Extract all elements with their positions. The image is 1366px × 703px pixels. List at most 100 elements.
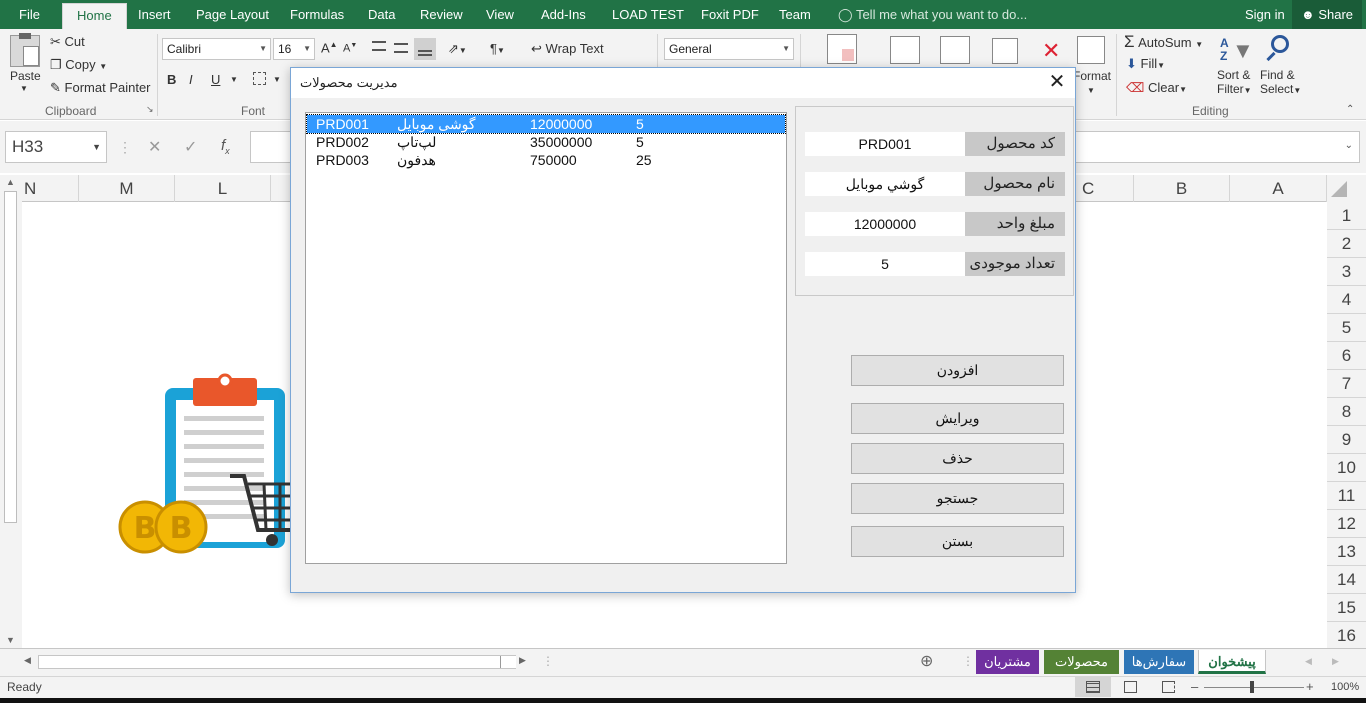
sheet-tab-products[interactable]: محصولات bbox=[1044, 650, 1119, 674]
column-header[interactable]: A bbox=[1230, 175, 1327, 202]
underline-button[interactable]: U bbox=[211, 72, 220, 87]
delete-cells-icon[interactable]: ✕ bbox=[1036, 36, 1064, 64]
borders-icon[interactable] bbox=[253, 72, 266, 85]
borders-dropdown-icon[interactable]: ▼ bbox=[273, 75, 281, 84]
cancel-formula-icon[interactable]: ✕ bbox=[148, 137, 161, 157]
tab-page-layout[interactable]: Page Layout bbox=[196, 0, 269, 29]
format-dropdown-icon[interactable]: ▼ bbox=[1087, 86, 1095, 95]
top-align-icon[interactable] bbox=[372, 41, 386, 51]
new-sheet-icon[interactable]: ⊕ bbox=[920, 651, 933, 671]
format-painter-button[interactable]: ✎ Format Painter bbox=[50, 80, 151, 96]
collapse-ribbon-icon[interactable]: ⌃ bbox=[1346, 104, 1354, 115]
row-header[interactable]: 9 bbox=[1327, 426, 1366, 454]
sort-filter-icon[interactable]: A Z ▼ bbox=[1220, 36, 1254, 66]
tab-add-ins[interactable]: Add-Ins bbox=[541, 0, 586, 29]
product-code-field[interactable]: PRD001 bbox=[805, 132, 965, 156]
row-header[interactable]: 11 bbox=[1327, 482, 1366, 510]
vertical-scrollbar[interactable]: ▲ ▼ bbox=[0, 175, 22, 648]
paste-dropdown-icon[interactable]: ▼ bbox=[20, 84, 28, 93]
add-button[interactable]: افزودن bbox=[851, 355, 1064, 386]
row-header[interactable]: 1 bbox=[1327, 202, 1366, 230]
tab-insert[interactable]: Insert bbox=[138, 0, 171, 29]
row-header[interactable]: 2 bbox=[1327, 230, 1366, 258]
scroll-right-icon[interactable]: ▶ bbox=[519, 655, 526, 666]
row-header[interactable]: 3 bbox=[1327, 258, 1366, 286]
paste-button[interactable]: Paste bbox=[10, 69, 41, 83]
tab-file[interactable]: File bbox=[19, 0, 40, 29]
tab-foxit-pdf[interactable]: Foxit PDF bbox=[701, 0, 759, 29]
tell-me-box[interactable]: ◯ Tell me what you want to do... bbox=[838, 0, 1027, 29]
conditional-formatting-icon[interactable] bbox=[827, 34, 857, 64]
sheet-tab-dashboard[interactable]: پیشخوان bbox=[1198, 650, 1266, 674]
page-break-view-icon[interactable] bbox=[1162, 681, 1175, 693]
horizontal-scrollbar[interactable] bbox=[38, 655, 516, 669]
normal-view-button[interactable] bbox=[1075, 677, 1111, 697]
column-header[interactable]: B bbox=[1134, 175, 1230, 202]
column-header[interactable]: N bbox=[22, 175, 79, 202]
sort-filter-button[interactable]: Sort & Filter▼ bbox=[1217, 68, 1252, 96]
list-item[interactable]: PRD001 گوشی موبایل 12000000 5 bbox=[306, 114, 786, 134]
enter-formula-icon[interactable]: ✓ bbox=[184, 137, 197, 157]
font-family-select[interactable]: Calibri ▼ bbox=[162, 38, 271, 60]
cut-button[interactable]: ✂ Cut bbox=[50, 34, 85, 50]
tab-load-test[interactable]: LOAD TEST bbox=[612, 0, 684, 29]
font-size-select[interactable]: 16 ▼ bbox=[273, 38, 315, 60]
column-header[interactable]: M bbox=[79, 175, 175, 202]
product-name-field[interactable]: گوشي موبایل bbox=[805, 172, 965, 196]
number-format-select[interactable]: General ▼ bbox=[664, 38, 794, 60]
increase-font-icon[interactable]: A▲ bbox=[321, 40, 338, 55]
bottom-align-icon[interactable] bbox=[414, 38, 436, 60]
autosum-button[interactable]: Σ AutoSum ▼ bbox=[1124, 32, 1203, 52]
tab-formulas[interactable]: Formulas bbox=[290, 0, 344, 29]
splitter-icon[interactable]: ⋮ bbox=[542, 654, 554, 668]
row-header[interactable]: 13 bbox=[1327, 538, 1366, 566]
sheet-tab-customers[interactable]: مشتریان bbox=[976, 650, 1039, 674]
prev-sheet-icon[interactable]: ◀ bbox=[1305, 656, 1312, 667]
format-button[interactable]: Format bbox=[1073, 69, 1111, 83]
scroll-left-icon[interactable]: ◀ bbox=[24, 655, 31, 666]
orientation-icon[interactable]: ⇗▼ bbox=[448, 41, 467, 57]
bold-button[interactable]: B bbox=[167, 72, 176, 87]
select-all-corner[interactable] bbox=[1327, 175, 1366, 202]
insert-function-icon[interactable]: fx bbox=[221, 137, 230, 156]
decrease-font-icon[interactable]: A▼ bbox=[343, 42, 357, 55]
middle-align-icon[interactable] bbox=[394, 43, 408, 53]
wrap-text-button[interactable]: ↩ Wrap Text bbox=[531, 41, 604, 57]
share-button[interactable]: ☻ Share bbox=[1292, 0, 1363, 29]
edit-button[interactable]: ویرایش bbox=[851, 403, 1064, 434]
row-header[interactable]: 15 bbox=[1327, 594, 1366, 622]
clear-button[interactable]: ⌫ Clear▼ bbox=[1126, 80, 1187, 96]
tab-review[interactable]: Review bbox=[420, 0, 463, 29]
find-select-button[interactable]: Find & Select▼ bbox=[1260, 68, 1301, 96]
tab-home[interactable]: Home bbox=[62, 3, 127, 29]
next-sheet-icon[interactable]: ▶ bbox=[1332, 656, 1339, 667]
search-button[interactable]: جستجو bbox=[851, 483, 1064, 514]
row-header[interactable]: 4 bbox=[1327, 286, 1366, 314]
row-header[interactable]: 6 bbox=[1327, 342, 1366, 370]
zoom-slider-thumb[interactable] bbox=[1250, 681, 1254, 693]
row-header[interactable]: 14 bbox=[1327, 566, 1366, 594]
stock-quantity-field[interactable]: 5 bbox=[805, 252, 965, 276]
zoom-level[interactable]: 100% bbox=[1331, 681, 1359, 693]
dialog-close-button[interactable]: ✕ bbox=[1045, 70, 1069, 94]
copy-button[interactable]: ❐ Copy ▼ bbox=[50, 57, 107, 73]
page-layout-view-icon[interactable] bbox=[1124, 681, 1137, 693]
format-cells-icon[interactable] bbox=[1077, 36, 1105, 64]
column-header[interactable]: L bbox=[175, 175, 271, 202]
scrollbar-thumb[interactable] bbox=[500, 656, 516, 668]
list-item[interactable]: PRD003 هدفون 750000 25 bbox=[307, 151, 785, 169]
italic-button[interactable]: I bbox=[189, 72, 193, 87]
fill-button[interactable]: ⬇ Fill▼ bbox=[1126, 56, 1165, 72]
scrollbar-thumb[interactable] bbox=[4, 191, 17, 523]
row-header[interactable]: 5 bbox=[1327, 314, 1366, 342]
list-item[interactable]: PRD002 لپ‌تاپ 35000000 5 bbox=[307, 133, 785, 151]
zoom-out-icon[interactable]: – bbox=[1191, 679, 1198, 694]
format-as-table-icon[interactable] bbox=[890, 36, 920, 64]
row-header[interactable]: 7 bbox=[1327, 370, 1366, 398]
products-listbox[interactable]: PRD001 گوشی موبایل 12000000 5 PRD002 لپ‌… bbox=[305, 112, 787, 564]
sign-in-link[interactable]: Sign in bbox=[1245, 0, 1285, 29]
magnifier-icon[interactable] bbox=[1265, 35, 1291, 65]
sheet-tab-orders[interactable]: سفارش‌ها bbox=[1124, 650, 1194, 674]
zoom-in-icon[interactable]: + bbox=[1306, 679, 1314, 694]
tab-team[interactable]: Team bbox=[779, 0, 811, 29]
